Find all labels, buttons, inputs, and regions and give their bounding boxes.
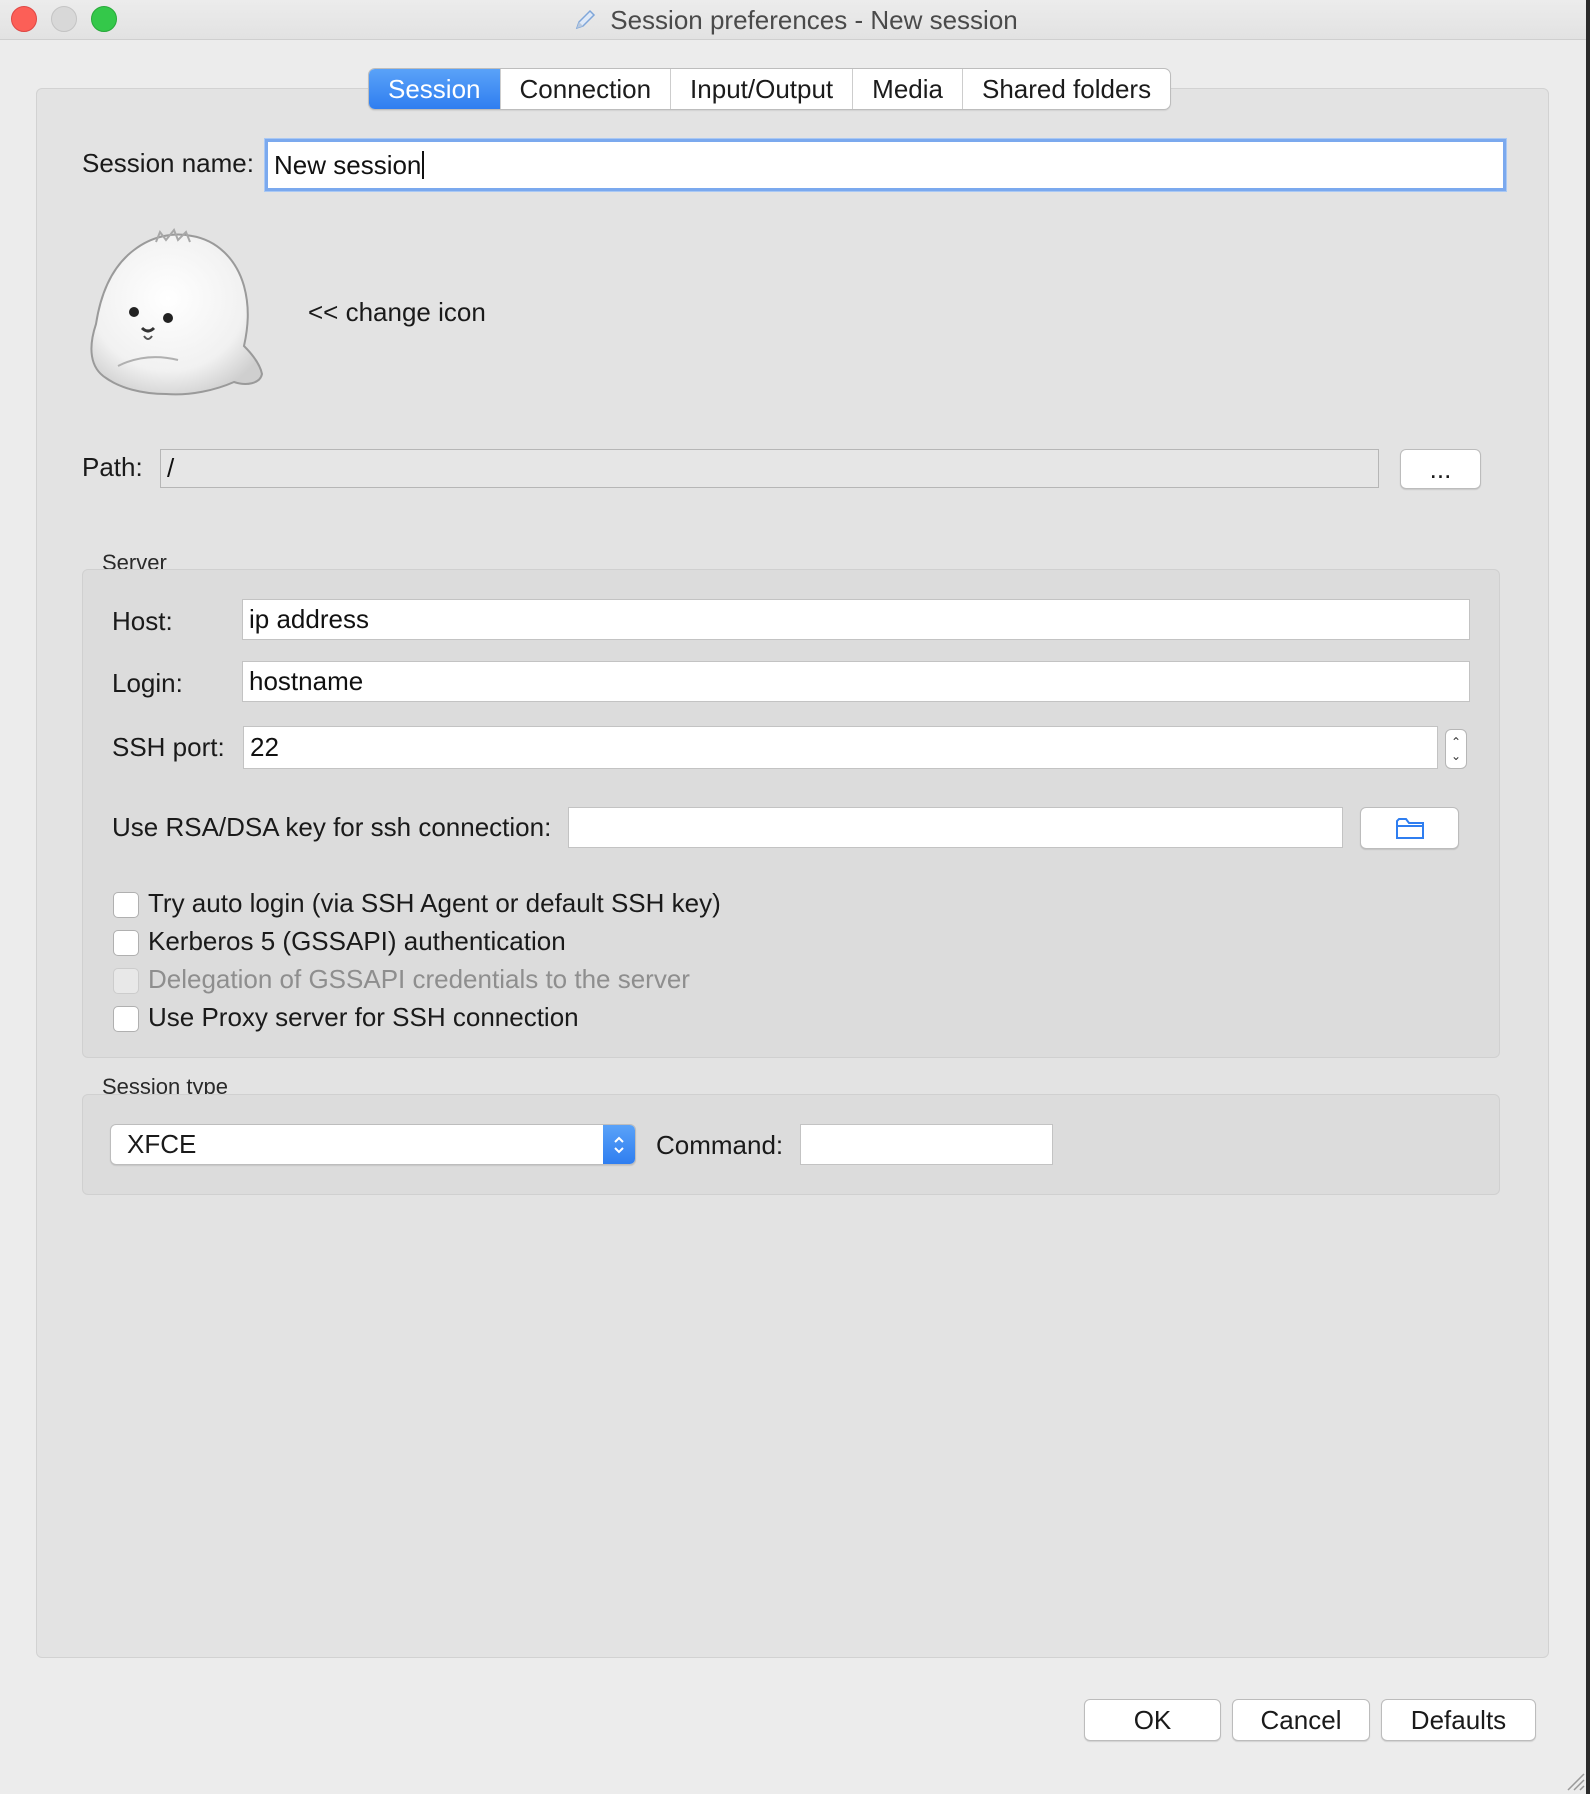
ssh-port-label: SSH port: <box>112 732 225 762</box>
resize-grip-icon[interactable] <box>1560 1766 1586 1792</box>
title-bar: Session preferences - New session <box>0 0 1590 40</box>
proxy-label[interactable]: Use Proxy server for SSH connection <box>148 1002 579 1033</box>
path-input[interactable]: / <box>160 449 1379 488</box>
stepper-up-icon[interactable]: ⌃ <box>1451 735 1461 749</box>
session-name-label: Session name: <box>82 148 254 178</box>
login-input[interactable]: hostname <box>242 661 1470 702</box>
rsa-key-input[interactable] <box>568 807 1343 848</box>
tab-session[interactable]: Session <box>369 69 501 109</box>
session-type-select[interactable]: XFCE <box>110 1124 636 1165</box>
session-preferences-window: Session preferences - New session Sessio… <box>0 0 1590 1794</box>
folder-icon <box>1395 818 1424 839</box>
session-type-selected: XFCE <box>127 1129 197 1159</box>
kerberos-label[interactable]: Kerberos 5 (GSSAPI) authentication <box>148 926 566 957</box>
defaults-button[interactable]: Defaults <box>1381 1699 1536 1741</box>
gssapi-delegation-checkbox <box>113 968 139 994</box>
window-title: Session preferences - New session <box>610 4 1018 35</box>
path-browse-button[interactable]: ... <box>1400 449 1481 489</box>
text-caret <box>422 151 425 179</box>
select-arrows-icon <box>603 1125 635 1164</box>
ssh-port-stepper[interactable]: ⌃ ⌄ <box>1445 729 1467 769</box>
login-label: Login: <box>112 668 183 698</box>
kerberos-checkbox[interactable] <box>113 930 139 956</box>
stepper-down-icon[interactable]: ⌄ <box>1451 749 1461 763</box>
tab-media[interactable]: Media <box>853 69 963 109</box>
session-name-value: New session <box>274 149 422 180</box>
tab-shared-folders[interactable]: Shared folders <box>963 69 1170 109</box>
host-input[interactable]: ip address <box>242 599 1470 640</box>
session-name-input[interactable]: New session <box>265 139 1506 191</box>
host-label: Host: <box>112 606 173 636</box>
cancel-button[interactable]: Cancel <box>1232 1699 1370 1741</box>
ssh-port-input[interactable]: 22 <box>243 726 1438 769</box>
command-label: Command: <box>656 1130 784 1160</box>
gssapi-delegation-label: Delegation of GSSAPI credentials to the … <box>148 964 690 994</box>
rsa-key-browse-button[interactable] <box>1360 807 1459 849</box>
change-icon-label[interactable]: << change icon <box>308 297 486 328</box>
command-input[interactable] <box>800 1124 1053 1165</box>
seal-icon[interactable] <box>86 228 274 400</box>
window-edge <box>1586 0 1590 1794</box>
path-label: Path: <box>82 452 143 482</box>
window-title-area: Session preferences - New session <box>0 0 1590 40</box>
auto-login-checkbox[interactable] <box>113 892 139 918</box>
proxy-checkbox[interactable] <box>113 1006 139 1032</box>
auto-login-label[interactable]: Try auto login (via SSH Agent or default… <box>148 888 721 919</box>
tab-connection[interactable]: Connection <box>501 69 672 109</box>
tab-input-output[interactable]: Input/Output <box>671 69 854 109</box>
tab-bar: Session Connection Input/Output Media Sh… <box>368 68 1172 110</box>
pencil-icon <box>576 9 596 30</box>
ok-button[interactable]: OK <box>1084 1699 1221 1741</box>
rsa-key-label: Use RSA/DSA key for ssh connection: <box>112 812 552 842</box>
